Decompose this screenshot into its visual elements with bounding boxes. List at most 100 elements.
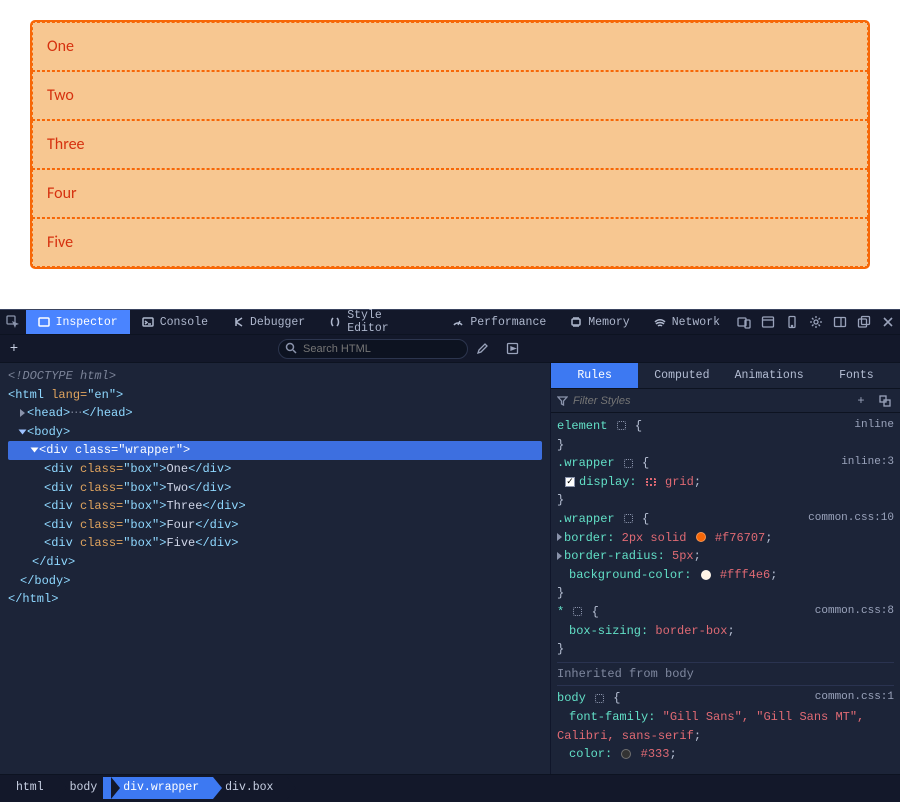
expand-icon[interactable] xyxy=(557,552,562,560)
fonts-tab[interactable]: Fonts xyxy=(813,363,900,388)
dom-node[interactable]: <div class="box">Three</div> xyxy=(8,497,542,516)
expand-icon[interactable] xyxy=(557,533,562,541)
css-property[interactable]: display: xyxy=(579,475,637,489)
css-property[interactable]: box-sizing: xyxy=(569,624,648,638)
property-toggle[interactable]: ✓ xyxy=(565,477,575,487)
css-value[interactable]: 2px solid xyxy=(622,531,687,545)
css-property[interactable]: color: xyxy=(569,747,612,761)
tab-performance[interactable]: Performance xyxy=(440,310,558,334)
settings-icon[interactable] xyxy=(804,310,828,334)
body-tag[interactable]: <body> xyxy=(27,425,70,439)
selector-highlighter-icon[interactable] xyxy=(624,514,633,523)
dom-node[interactable]: <div class="box">One</div> xyxy=(8,460,542,479)
dom-tree[interactable]: <!DOCTYPE html> <html lang="en"> <head>⋯… xyxy=(0,363,550,774)
tab-label: Style Editor xyxy=(347,309,428,335)
css-property[interactable]: background-color: xyxy=(569,568,691,582)
close-icon[interactable] xyxy=(876,310,900,334)
html-tag[interactable]: <html xyxy=(8,388,51,402)
rules-panel: Rules Computed Animations Fonts + inline… xyxy=(550,363,900,774)
tab-label: Performance xyxy=(470,316,546,329)
filter-styles-input[interactable] xyxy=(557,395,846,407)
grid-item: Two xyxy=(32,71,868,120)
source-link[interactable]: common.css:10 xyxy=(808,510,894,527)
dom-node[interactable]: <div class="box">Four</div> xyxy=(8,516,542,535)
network-icon xyxy=(654,316,666,328)
source-link[interactable]: common.css:1 xyxy=(815,689,894,706)
dom-node[interactable]: <div class="box">Five</div> xyxy=(8,534,542,553)
html-close[interactable]: </html> xyxy=(8,592,58,606)
selector-highlighter-icon[interactable] xyxy=(595,694,604,703)
doctype: <!DOCTYPE html> xyxy=(8,369,116,383)
expand-icon[interactable] xyxy=(20,409,25,417)
inspect-element-icon[interactable] xyxy=(0,315,26,329)
tab-style-editor[interactable]: Style Editor xyxy=(317,310,440,334)
css-property[interactable]: border-radius: xyxy=(564,549,665,563)
memory-icon xyxy=(570,316,582,328)
dom-node[interactable]: <div class="box">Two</div> xyxy=(8,479,542,498)
div-close[interactable]: </div> xyxy=(32,555,75,569)
devtools-tabbar: Inspector Console Debugger Style Editor … xyxy=(0,309,900,335)
device-icon[interactable] xyxy=(780,310,804,334)
tab-console[interactable]: Console xyxy=(130,310,220,334)
source-link[interactable]: common.css:8 xyxy=(815,603,894,620)
css-value[interactable]: border-box xyxy=(655,624,727,638)
tab-network[interactable]: Network xyxy=(642,310,732,334)
css-value[interactable]: 5px xyxy=(672,549,694,563)
css-value[interactable]: #f76707 xyxy=(715,531,765,545)
responsive-mode-icon[interactable] xyxy=(732,310,756,334)
search-icon xyxy=(285,342,297,354)
collapse-icon[interactable] xyxy=(19,429,27,434)
new-node-button[interactable]: + xyxy=(0,341,28,357)
selector-highlighter-icon[interactable] xyxy=(624,459,633,468)
markup-toolbar: + xyxy=(0,335,900,363)
computed-tab[interactable]: Computed xyxy=(638,363,725,388)
rules-tab[interactable]: Rules xyxy=(551,363,638,388)
edit-html-icon[interactable] xyxy=(476,342,498,355)
tab-label: Console xyxy=(160,316,208,329)
css-value[interactable]: grid xyxy=(665,475,694,489)
css-value[interactable]: #fff4e6 xyxy=(720,568,770,582)
rule-selector[interactable]: element xyxy=(557,419,607,433)
source-link[interactable]: inline xyxy=(854,417,894,434)
debugger-icon xyxy=(232,316,244,328)
color-swatch-icon[interactable] xyxy=(696,532,706,542)
tab-debugger[interactable]: Debugger xyxy=(220,310,317,334)
style-icon xyxy=(329,316,341,328)
grid-item: Five xyxy=(32,218,868,267)
css-property[interactable]: font-family: xyxy=(569,710,655,724)
body-close[interactable]: </body> xyxy=(20,574,70,588)
source-link[interactable]: inline:3 xyxy=(841,454,894,471)
tab-label: Network xyxy=(672,316,720,329)
head-tag[interactable]: <head> xyxy=(27,406,70,420)
add-rule-button[interactable]: + xyxy=(852,389,870,413)
iframe-picker-icon[interactable] xyxy=(756,310,780,334)
selected-node[interactable]: <div class="wrapper"> xyxy=(8,441,542,460)
selector-highlighter-icon[interactable] xyxy=(573,607,582,616)
collapse-icon[interactable] xyxy=(31,448,39,453)
color-swatch-icon[interactable] xyxy=(621,749,631,759)
css-value[interactable]: #333 xyxy=(641,747,670,761)
tab-memory[interactable]: Memory xyxy=(558,310,641,334)
undock-icon[interactable] xyxy=(852,310,876,334)
search-html-input[interactable] xyxy=(278,339,468,359)
rule-selector[interactable]: .wrapper xyxy=(557,512,615,526)
grid-item: Four xyxy=(32,169,868,218)
rule-selector[interactable]: .wrapper xyxy=(557,456,615,470)
rule-selector[interactable]: * xyxy=(557,605,564,619)
color-swatch-icon[interactable] xyxy=(701,570,711,580)
performance-icon xyxy=(452,316,464,328)
animations-tab[interactable]: Animations xyxy=(726,363,813,388)
toggle-classes-icon[interactable] xyxy=(876,389,894,413)
dock-side-icon[interactable] xyxy=(828,310,852,334)
selector-highlighter-icon[interactable] xyxy=(617,421,626,430)
devtools-panel: Inspector Console Debugger Style Editor … xyxy=(0,309,900,802)
console-icon xyxy=(142,316,154,328)
grid-highlighter-icon[interactable] xyxy=(646,478,656,486)
breadcrumb: html body div.wrapper div.box xyxy=(0,774,900,802)
tab-inspector[interactable]: Inspector xyxy=(26,310,130,334)
eyedropper-icon[interactable] xyxy=(506,342,528,355)
tab-label: Inspector xyxy=(56,316,118,329)
css-property[interactable]: border: xyxy=(564,531,614,545)
grid-item: Three xyxy=(32,120,868,169)
rule-selector[interactable]: body xyxy=(557,691,586,705)
